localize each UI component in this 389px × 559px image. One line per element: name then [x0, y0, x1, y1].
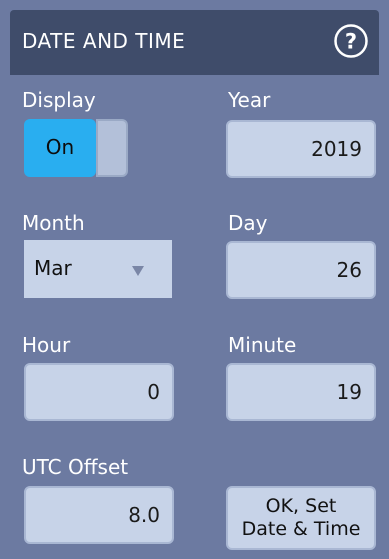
month-value: Mar [34, 256, 72, 280]
month-label: Month [22, 211, 85, 235]
hour-label: Hour [22, 333, 71, 357]
day-label: Day [228, 211, 268, 235]
month-select[interactable]: Mar [24, 240, 172, 298]
help-icon[interactable]: ? [333, 23, 369, 59]
dialog-title: DATE AND TIME [22, 29, 186, 53]
svg-text:?: ? [345, 30, 357, 54]
year-field[interactable]: 2019 [226, 120, 376, 178]
ok-set-date-time-button[interactable]: OK, Set Date & Time [226, 486, 376, 550]
minute-field[interactable]: 19 [226, 363, 376, 421]
display-off-toggle[interactable] [96, 119, 128, 177]
utc-offset-label: UTC Offset [22, 455, 129, 479]
display-on-toggle[interactable]: On [24, 119, 96, 177]
date-time-panel: DATE AND TIME ? Display On Year 2019 Mon… [0, 0, 389, 559]
hour-field[interactable]: 0 [24, 363, 174, 421]
minute-label: Minute [228, 333, 297, 357]
display-label: Display [22, 88, 96, 112]
year-label: Year [228, 88, 271, 112]
ok-button-line2: Date & Time [241, 518, 361, 540]
utc-offset-field[interactable]: 8.0 [24, 486, 174, 544]
title-bar: DATE AND TIME ? [10, 10, 379, 75]
day-field[interactable]: 26 [226, 241, 376, 299]
dropdown-arrow-icon [132, 266, 144, 276]
ok-button-line1: OK, Set [265, 495, 337, 517]
